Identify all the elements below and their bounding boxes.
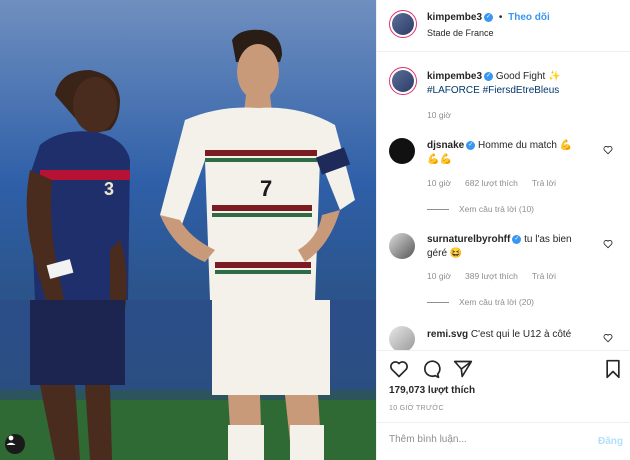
comment-avatar[interactable]	[389, 326, 415, 350]
view-replies-label[interactable]: Xem câu trả lời (10)	[459, 204, 534, 214]
caption-time: 10 giờ	[427, 110, 452, 120]
bookmark-icon[interactable]	[603, 359, 623, 379]
jersey-number-left: 3	[104, 179, 114, 199]
post-actions: 179,073 lượt thích 10 GIỜ TRƯỚC	[377, 350, 630, 422]
caption-meta: 10 giờ	[427, 110, 465, 120]
reply-button[interactable]: Trả lời	[532, 271, 556, 281]
jersey-number-right: 7	[260, 176, 272, 201]
caption: kimpembe3 ✓ Good Fight ✨ #LAFORCE #Fiersd…	[427, 70, 617, 98]
comment-item: surnaturelbyrohff ✓ tu l'as bien géré 😆	[427, 233, 617, 261]
comment-text-cont: 💪💪	[427, 154, 452, 165]
comment-text: Homme du match 💪	[478, 140, 573, 151]
comment-item: remi.svg C'est qui le U12 à côté	[427, 328, 602, 342]
post-header: kimpembe3 ✓ • Theo dõi Stade de France	[377, 0, 630, 52]
comment-text: C'est qui le U12 à côté	[470, 329, 572, 340]
comment-like-icon[interactable]	[603, 333, 613, 343]
verified-icon: ✓	[466, 140, 476, 150]
photo-illustration: E 3 7	[0, 0, 376, 460]
author-avatar[interactable]	[389, 10, 417, 38]
comment-item: djsnake ✓ Homme du match 💪 💪💪	[427, 139, 617, 167]
heart-icon[interactable]	[389, 359, 409, 379]
view-replies[interactable]: Xem câu trả lời (20)	[427, 297, 534, 307]
view-replies-label[interactable]: Xem câu trả lời (20)	[459, 297, 534, 307]
comment-time: 10 giờ	[427, 271, 452, 281]
person-icon	[6, 435, 16, 445]
user-profile-button[interactable]	[5, 434, 25, 454]
comments-list[interactable]: kimpembe3 ✓ Good Fight ✨ #LAFORCE #Fiersd…	[377, 53, 630, 350]
caption-text: Good Fight ✨	[495, 71, 561, 82]
comment-avatar[interactable]	[389, 138, 415, 164]
comment-username[interactable]: djsnake	[427, 140, 464, 151]
likes-count[interactable]: 179,073 lượt thích	[389, 385, 475, 396]
verified-icon: ✓	[484, 71, 494, 81]
comment-avatar[interactable]	[389, 233, 415, 259]
comment-like-icon[interactable]	[603, 145, 613, 155]
comment-meta: 10 giờ 389 lượt thích Trả lời	[427, 271, 570, 281]
caption-hashtags[interactable]: #LAFORCE #FiersdEtreBleus	[427, 85, 559, 96]
caption-avatar[interactable]	[389, 67, 417, 95]
comment-likes[interactable]: 682 lượt thích	[465, 178, 518, 188]
comment-input[interactable]	[389, 434, 579, 445]
follow-button[interactable]: Theo dõi	[508, 12, 550, 23]
comment-text: tu l'as bien	[524, 234, 572, 245]
post-side-panel: kimpembe3 ✓ • Theo dõi Stade de France ki…	[376, 0, 630, 460]
reply-button[interactable]: Trả lời	[532, 178, 556, 188]
verified-icon: ✓	[512, 234, 522, 244]
comment-username[interactable]: remi.svg	[427, 329, 468, 340]
comment-username[interactable]: surnaturelbyrohff	[427, 234, 510, 245]
view-replies[interactable]: Xem câu trả lời (10)	[427, 204, 534, 214]
location-link[interactable]: Stade de France	[427, 28, 494, 38]
comment-like-icon[interactable]	[603, 239, 613, 249]
author-username[interactable]: kimpembe3	[427, 12, 482, 23]
comment-likes[interactable]: 389 lượt thích	[465, 271, 518, 281]
add-comment-bar: Đăng	[377, 422, 630, 460]
verified-icon: ✓	[484, 12, 494, 22]
caption-username[interactable]: kimpembe3	[427, 71, 482, 82]
comment-meta: 10 giờ 682 lượt thích Trả lời	[427, 178, 570, 188]
share-icon[interactable]	[453, 359, 473, 379]
post-comment-button[interactable]: Đăng	[598, 436, 623, 447]
comment-icon[interactable]	[421, 359, 441, 379]
comment-text-cont: géré 😆	[427, 248, 463, 259]
comment-time: 10 giờ	[427, 178, 452, 188]
post-time[interactable]: 10 GIỜ TRƯỚC	[389, 405, 444, 412]
post-photo[interactable]: E 3 7	[0, 0, 376, 460]
